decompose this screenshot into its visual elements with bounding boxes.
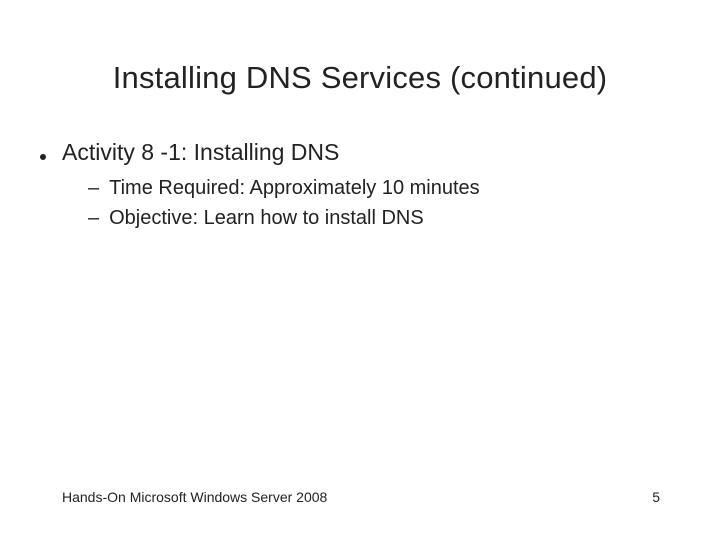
footer-source: Hands-On Microsoft Windows Server 2008 xyxy=(62,489,327,505)
slide-body: Activity 8 -1: Installing DNS – Time Req… xyxy=(36,138,684,235)
sub-bullet-item: – Time Required: Approximately 10 minute… xyxy=(88,175,684,201)
sub-bullet-text: Objective: Learn how to install DNS xyxy=(109,205,424,231)
bullet-dot-icon xyxy=(40,154,46,160)
bullet-text: Activity 8 -1: Installing DNS xyxy=(62,138,339,167)
sub-bullet-list: – Time Required: Approximately 10 minute… xyxy=(88,175,684,231)
dash-icon: – xyxy=(88,177,99,200)
slide-title: Installing DNS Services (continued) xyxy=(0,60,720,96)
slide: Installing DNS Services (continued) Acti… xyxy=(0,0,720,540)
page-number: 5 xyxy=(652,489,660,505)
bullet-item: Activity 8 -1: Installing DNS xyxy=(36,138,684,167)
dash-icon: – xyxy=(88,207,99,230)
sub-bullet-text: Time Required: Approximately 10 minutes xyxy=(109,175,480,201)
sub-bullet-item: – Objective: Learn how to install DNS xyxy=(88,205,684,231)
